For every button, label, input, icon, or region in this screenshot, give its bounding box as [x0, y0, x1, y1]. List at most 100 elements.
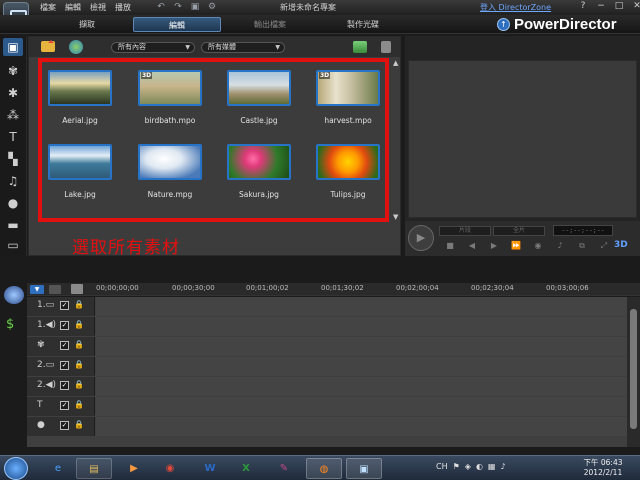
title-room-icon[interactable]: T — [3, 128, 23, 146]
storyboard-view-icon[interactable] — [49, 285, 61, 294]
timecode-marker: 00;00;30;00 — [172, 284, 215, 292]
lock-icon[interactable]: 🔒 — [74, 380, 84, 389]
undock-icon[interactable]: ⧉ — [577, 241, 587, 251]
close-button[interactable]: ✕ — [631, 1, 640, 11]
library-menu-icon[interactable] — [353, 41, 367, 53]
firefox-icon[interactable]: ◍ — [306, 458, 342, 479]
track-header: 1.◀) ✓ 🔒 — [27, 317, 95, 336]
tray-status-icon[interactable]: ◐ — [476, 462, 483, 471]
settings-gear-icon[interactable]: ⚙ — [207, 2, 217, 12]
tab-capture[interactable]: 擷取 — [42, 17, 132, 32]
network-icon[interactable]: ▦ — [488, 462, 496, 471]
flag-icon[interactable]: ⚑ — [453, 462, 460, 471]
3d-mode-button[interactable]: 3D — [614, 240, 628, 250]
track-video-1: 1.▭ ✓ 🔒 — [27, 297, 627, 316]
chrome-icon[interactable]: ◉ — [152, 458, 188, 479]
track-lane[interactable] — [96, 317, 627, 336]
menu-file[interactable]: 檔案 — [40, 2, 56, 13]
magic-mix-icon[interactable]: $ — [6, 317, 14, 332]
track-manager-icon[interactable] — [71, 284, 83, 294]
track-lane[interactable] — [96, 337, 627, 356]
track-enable-checkbox[interactable]: ✓ — [60, 401, 69, 410]
track-enable-checkbox[interactable]: ✓ — [60, 341, 69, 350]
paint-icon[interactable]: ✎ — [266, 458, 302, 479]
track-lane[interactable] — [96, 397, 627, 416]
lock-icon[interactable]: 🔒 — [74, 320, 84, 329]
scrollbar-thumb[interactable] — [630, 309, 637, 429]
start-button[interactable] — [4, 457, 28, 480]
track-lane[interactable] — [96, 357, 627, 376]
next-frame-icon[interactable]: ▶ — [489, 241, 499, 251]
tab-create-disc[interactable]: 製作光碟 — [318, 17, 408, 32]
help-button[interactable]: ? — [577, 1, 589, 11]
track-lane[interactable] — [96, 417, 627, 436]
audio-mixing-room-icon[interactable]: ♫ — [3, 172, 23, 190]
timeline-zoom-bar[interactable] — [27, 447, 640, 455]
menu-view[interactable]: 檢視 — [90, 2, 106, 13]
lock-icon[interactable]: 🔒 — [74, 400, 84, 409]
timeline-scrollbar[interactable] — [627, 297, 640, 447]
timecode-marker: 00;00;00;00 — [96, 284, 139, 292]
media-player-icon[interactable]: ▶ — [116, 458, 152, 479]
upgrade-arrow-icon[interactable]: ↑ — [497, 18, 510, 31]
scroll-down-icon[interactable]: ▼ — [393, 213, 398, 221]
magic-tools-icon[interactable] — [4, 286, 24, 304]
maximize-button[interactable]: □ — [613, 1, 625, 11]
system-clock[interactable]: 下午 06:43 2012/2/11 — [578, 458, 628, 478]
menu-edit[interactable]: 編輯 — [65, 2, 81, 13]
tab-produce[interactable]: 輸出檔案 — [225, 17, 315, 32]
fullscreen-icon[interactable]: ⤢ — [599, 241, 609, 251]
windows-taskbar: e ▤ ▶ ◉ W X ✎ ◍ ▣ CH ⚑ ◈ ◐ ▦ ♪ 下午 06:43 … — [0, 455, 640, 480]
input-language[interactable]: CH — [436, 462, 448, 471]
category-filter-select[interactable]: 所有媒體 ▼ — [201, 42, 285, 53]
play-button[interactable]: ▶ — [408, 225, 434, 251]
track-enable-checkbox[interactable]: ✓ — [60, 301, 69, 310]
track-lane[interactable] — [96, 297, 627, 316]
transition-room-icon[interactable]: ▚ — [3, 150, 23, 168]
track-lane[interactable] — [96, 377, 627, 396]
excel-icon[interactable]: X — [228, 458, 264, 479]
lock-icon[interactable]: 🔒 — [74, 420, 84, 429]
lock-icon[interactable]: 🔒 — [74, 360, 84, 369]
file-explorer-icon[interactable]: ▤ — [76, 458, 112, 479]
clock-time: 下午 06:43 — [583, 458, 623, 467]
track-enable-checkbox[interactable]: ✓ — [60, 381, 69, 390]
media-room-icon[interactable]: ▣ — [3, 38, 23, 56]
powerdirector-taskbar-icon[interactable]: ▣ — [346, 458, 382, 479]
clip-mode-button[interactable]: 片段 — [439, 226, 491, 236]
timeline-view-button[interactable]: ▼ — [30, 285, 44, 294]
minimize-button[interactable]: − — [595, 1, 607, 11]
particle-room-icon[interactable]: ⁂ — [3, 106, 23, 124]
volume-icon[interactable]: ♪ — [555, 241, 565, 251]
track-enable-checkbox[interactable]: ✓ — [60, 421, 69, 430]
library-lock-icon[interactable] — [381, 41, 391, 53]
lock-icon[interactable]: 🔒 — [74, 300, 84, 309]
subtitle-room-icon[interactable]: ▭ — [3, 236, 23, 254]
undo-icon[interactable]: ↶ — [156, 2, 166, 12]
voice-over-room-icon[interactable]: ● — [3, 194, 23, 212]
volume-icon[interactable]: ♪ — [500, 462, 505, 471]
pip-room-icon[interactable]: ✱ — [3, 84, 23, 102]
save-icon[interactable]: ▣ — [190, 2, 200, 12]
tab-edit[interactable]: 編輯 — [133, 17, 221, 32]
previous-frame-icon[interactable]: ◀ — [467, 241, 477, 251]
directorzone-login-link[interactable]: 登入 DirectorZone — [480, 2, 551, 13]
lock-icon[interactable]: 🔒 — [74, 340, 84, 349]
chapter-room-icon[interactable]: ▬ — [3, 216, 23, 234]
tray-app-icon[interactable]: ◈ — [465, 462, 471, 471]
content-filter-select[interactable]: 所有內容 ▼ — [111, 42, 195, 53]
movie-mode-button[interactable]: 全片 — [493, 226, 545, 236]
redo-icon[interactable]: ↷ — [173, 2, 183, 12]
fast-forward-icon[interactable]: ⏩ — [511, 241, 521, 251]
import-media-icon[interactable] — [41, 40, 55, 52]
track-enable-checkbox[interactable]: ✓ — [60, 361, 69, 370]
menu-play[interactable]: 播放 — [115, 2, 131, 13]
effects-room-icon[interactable]: ✾ — [3, 62, 23, 80]
track-enable-checkbox[interactable]: ✓ — [60, 321, 69, 330]
word-icon[interactable]: W — [192, 458, 228, 479]
internet-explorer-icon[interactable]: e — [40, 458, 76, 479]
download-media-icon[interactable] — [69, 40, 83, 54]
snapshot-icon[interactable]: ◉ — [533, 241, 543, 251]
scroll-up-icon[interactable]: ▲ — [393, 59, 398, 67]
stop-icon[interactable]: ■ — [445, 241, 455, 251]
